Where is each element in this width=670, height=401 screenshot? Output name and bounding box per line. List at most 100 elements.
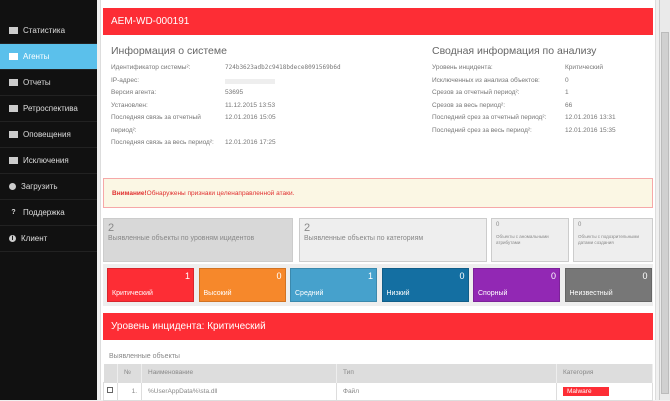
info-label: Версия агента:	[111, 89, 157, 96]
info-label: IP-адрес:	[111, 76, 139, 84]
card-count: 0	[578, 222, 582, 228]
sidebar-item-4[interactable]: Оповещения	[0, 122, 97, 148]
card-label: Выявленные объекты по категориям	[304, 235, 424, 242]
sidebar: Статистика Агенты Отчеты Ретроспектива Опове…	[0, 0, 97, 400]
sidebar-item-0[interactable]: Статистика	[0, 18, 97, 44]
col-type[interactable]: Тип	[336, 364, 557, 382]
sidebar-item-label: Оповещения	[23, 130, 71, 139]
alert-text: Обнаружены признаки целенаправленной ата…	[146, 189, 295, 197]
agent-title-bar: AEM-WD-000191	[103, 8, 653, 35]
sidebar-item-label: Исключения	[23, 156, 69, 165]
level-label: Неизвестный	[569, 290, 613, 297]
alert-banner: Внимание! Обнаружены признаки целенаправ…	[103, 178, 653, 208]
level-tile-5[interactable]: 0 Неизвестный	[564, 268, 652, 302]
table-header: № Наименование Тип Категория	[103, 364, 653, 382]
scrollbar[interactable]	[659, 0, 670, 400]
level-tiles: 1 Критический 0 Высокий 1 Средний 0 Низкий 0 Спор…	[103, 264, 653, 306]
monitor-icon	[9, 53, 18, 60]
card-count: 2	[108, 222, 115, 234]
level-count: 0	[459, 271, 465, 281]
info-label: Уровень инцидента:	[432, 64, 493, 71]
info-value: 724b3623adb2c9418bdece8091569b6d	[225, 64, 341, 71]
sidebar-item-label: Агенты	[23, 52, 50, 61]
alert-strong: Внимание!	[112, 189, 147, 197]
chart-icon	[9, 27, 18, 34]
level-tile-2[interactable]: 1 Средний	[290, 268, 377, 302]
level-label: Низкий	[386, 290, 410, 297]
level-label: Спорный	[478, 290, 508, 297]
sidebar-item-label: Ретроспектива	[23, 104, 78, 113]
info-value: 66	[565, 101, 573, 109]
info-label: Последний срез за отчетный период²:	[432, 114, 547, 121]
sidebar-item-label: Статистика	[23, 26, 66, 35]
info-label: Установлен:	[111, 101, 148, 109]
level-count: 0	[276, 271, 282, 281]
info-value: 12.01.2016 13:31	[565, 114, 616, 121]
card-anomalous[interactable]: 0 Объекты с аномальными атрибутами	[491, 218, 569, 262]
list-icon	[9, 157, 18, 164]
info-value: Критический	[565, 64, 603, 71]
card-label: Объекты с подозрительными датами создани…	[578, 234, 639, 245]
sidebar-item-label: Клиент	[21, 234, 48, 243]
sidebar-item-6[interactable]: Загрузить	[0, 174, 97, 200]
sidebar-item-8[interactable]: i Клиент	[0, 226, 97, 252]
incident-level-title: Уровень инцидента: Критический	[111, 321, 266, 332]
row-number: 1.	[117, 381, 142, 401]
level-count: 0	[642, 271, 648, 281]
sidebar-item-2[interactable]: Отчеты	[0, 70, 97, 96]
info-value: 1	[565, 89, 569, 96]
card-count: 0	[496, 222, 500, 228]
card-label: Выявленные объекты по уровням ицидентов	[108, 235, 255, 242]
col-category[interactable]: Категория	[556, 364, 653, 382]
level-count: 0	[550, 271, 556, 281]
level-label: Критический	[112, 290, 153, 297]
level-label: Средний	[295, 290, 324, 297]
objects-table: № Наименование Тип Категория 1. %UserApp…	[103, 364, 653, 401]
row-checkbox[interactable]	[107, 387, 113, 393]
info-label: Последняя связь за весь период²:	[111, 139, 214, 146]
main-panel: AEM-WD-000191 Информация о системе Идент…	[100, 0, 656, 401]
detected-objects-label: Выявленные объекты	[109, 353, 180, 360]
table-row[interactable]: 1. %UserAppData%\sta.dll Файл Malware	[103, 381, 653, 401]
card-suspicious-dates[interactable]: 0 Объекты с подозрительными датами создан…	[573, 218, 653, 262]
info-icon: i	[9, 235, 16, 242]
info-label: Последний срез за весь период²:	[432, 126, 532, 134]
card-count: 2	[304, 222, 311, 234]
col-name[interactable]: Наименование	[141, 364, 337, 382]
sidebar-item-3[interactable]: Ретроспектива	[0, 96, 97, 122]
row-name[interactable]: %UserAppData%\sta.dll	[141, 381, 337, 401]
category-badge: Malware	[563, 386, 609, 396]
level-count: 1	[184, 271, 190, 281]
info-value: 53695	[225, 89, 244, 96]
sidebar-item-5[interactable]: Исключения	[0, 148, 97, 174]
level-tile-4[interactable]: 0 Спорный	[473, 268, 560, 302]
envelope-icon	[9, 131, 18, 138]
info-label: Последняя связь за отчетный период²:	[111, 114, 201, 134]
sidebar-item-7[interactable]: ? Поддержка	[0, 200, 97, 226]
info-value: 12.01.2016 17:25	[225, 139, 276, 146]
analysis-summary-title: Сводная информация по анализу	[432, 45, 597, 57]
info-value: 0	[565, 76, 569, 84]
col-number[interactable]: №	[117, 364, 142, 382]
info-label: Срезов за весь период²:	[432, 101, 506, 109]
scrollbar-thumb[interactable]	[661, 32, 669, 394]
level-label: Высокий	[203, 290, 232, 297]
info-value: 11.12.2015 13:53	[225, 101, 276, 109]
level-count: 1	[367, 271, 373, 281]
ip-redacted	[225, 78, 275, 84]
sidebar-item-label: Загрузить	[21, 182, 58, 191]
incident-level-bar: Уровень инцидента: Критический	[103, 313, 653, 340]
row-type: Файл	[336, 381, 557, 401]
info-label: Исключенных из анализа объектов:	[432, 76, 540, 84]
sidebar-item-label: Поддержка	[23, 208, 65, 217]
card-by-category[interactable]: 2 Выявленные объекты по категориям	[299, 218, 487, 262]
info-label: Срезов за отчетный период²:	[432, 89, 520, 96]
gear-icon	[9, 183, 16, 190]
card-by-level[interactable]: 2 Выявленные объекты по уровням ицидентов	[103, 218, 293, 262]
grid-icon	[9, 105, 18, 112]
system-info-title: Информация о системе	[111, 45, 227, 57]
level-tile-3[interactable]: 0 Низкий	[381, 268, 469, 302]
level-tile-0[interactable]: 1 Критический	[107, 268, 194, 302]
level-tile-1[interactable]: 0 Высокий	[198, 268, 286, 302]
sidebar-item-1[interactable]: Агенты	[0, 44, 97, 70]
